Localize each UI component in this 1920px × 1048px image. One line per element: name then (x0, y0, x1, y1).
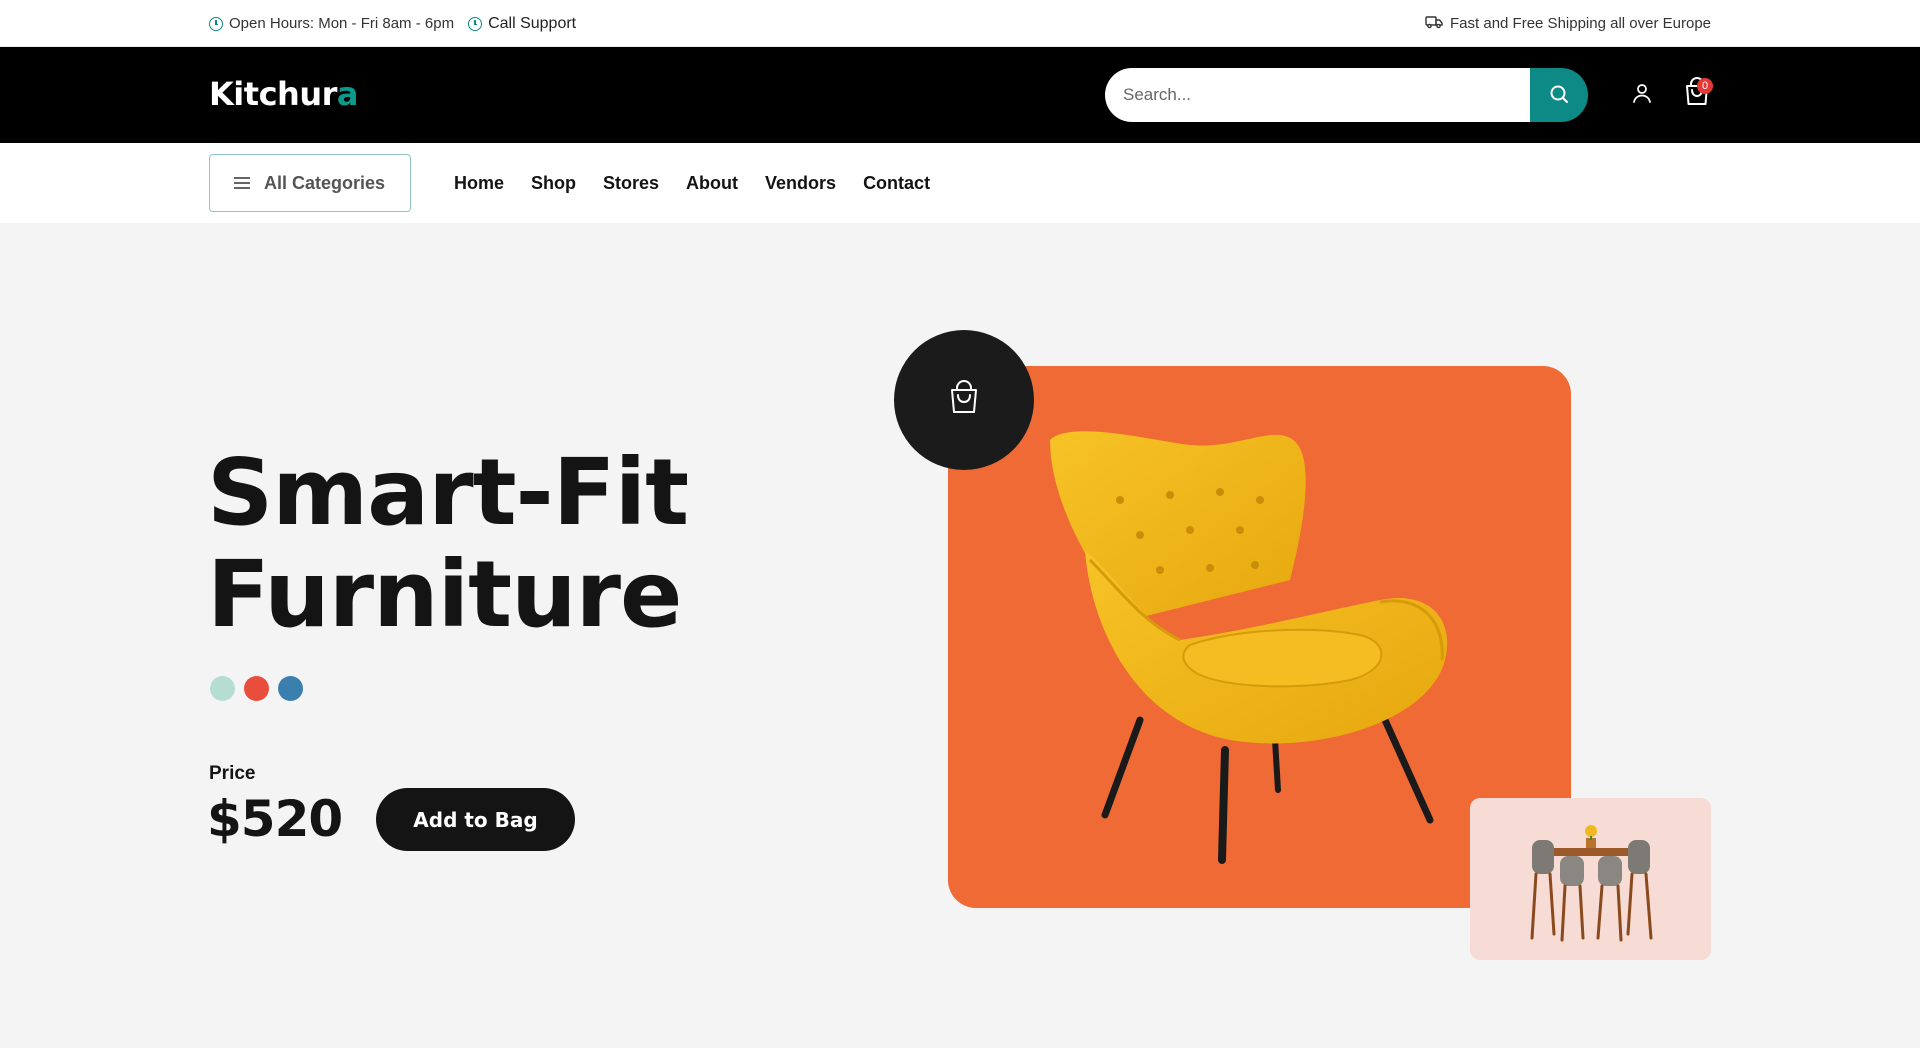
call-support-link[interactable]: Call Support (468, 15, 576, 33)
logo-accent: a (336, 75, 359, 113)
price-label: Price (209, 763, 256, 784)
site-logo[interactable]: Kitchura (209, 75, 358, 113)
cart-count-badge: 0 (1697, 78, 1713, 94)
all-categories-label: All Categories (264, 172, 386, 193)
dining-set-image (1530, 825, 1653, 942)
logo-main: Kitchur (209, 75, 337, 113)
top-info-bar: Open Hours: Mon - Fri 8am - 6pm Call Sup… (0, 0, 1920, 47)
account-button[interactable] (1628, 81, 1656, 109)
top-info-left: Open Hours: Mon - Fri 8am - 6pm Call Sup… (209, 0, 576, 47)
all-categories-button[interactable]: All Categories (209, 154, 411, 212)
nav-link-vendors[interactable]: Vendors (765, 173, 836, 194)
color-swatch-blue[interactable] (278, 676, 303, 701)
call-support-text: Call Support (488, 14, 577, 32)
armchair-image (1050, 431, 1448, 864)
hero-title-line1: Smart-Fit (207, 439, 689, 546)
main-navigation: All Categories Home Shop Stores About Ve… (0, 143, 1920, 223)
open-hours: Open Hours: Mon - Fri 8am - 6pm (209, 15, 454, 32)
hamburger-icon (234, 173, 250, 194)
color-swatch-mint[interactable] (210, 676, 235, 701)
hero-title-line2: Furniture (207, 541, 682, 648)
hero-title: Smart-Fit Furniture (207, 439, 689, 648)
shopping-bag-icon (947, 379, 981, 421)
nav-link-shop[interactable]: Shop (531, 173, 576, 194)
search-icon (1549, 84, 1569, 107)
color-swatch-red[interactable] (244, 676, 269, 701)
color-swatches (210, 676, 303, 701)
clock-icon (209, 16, 223, 31)
nav-link-stores[interactable]: Stores (603, 173, 659, 194)
add-to-bag-button[interactable]: Add to Bag (376, 788, 575, 851)
quick-add-bag-button[interactable] (894, 330, 1034, 470)
dining-set-thumbnail[interactable] (1470, 798, 1711, 960)
nav-links: Home Shop Stores About Vendors Contact (454, 143, 930, 223)
nav-link-contact[interactable]: Contact (863, 173, 930, 194)
nav-link-home[interactable]: Home (454, 173, 504, 194)
search-bar (1105, 68, 1588, 122)
open-hours-text: Open Hours: Mon - Fri 8am - 6pm (229, 15, 455, 32)
truck-icon (1425, 15, 1443, 33)
user-icon (1631, 82, 1653, 109)
shipping-text: Fast and Free Shipping all over Europe (1450, 15, 1711, 32)
shipping-info: Fast and Free Shipping all over Europe (1425, 0, 1711, 47)
search-button[interactable] (1530, 68, 1588, 122)
nav-link-about[interactable]: About (686, 173, 738, 194)
main-header: Kitchura 0 (0, 47, 1920, 143)
price-value: $520 (207, 790, 343, 848)
shopping-bag-icon (1683, 77, 1711, 111)
clock-icon (468, 16, 483, 31)
search-input[interactable] (1105, 68, 1530, 122)
